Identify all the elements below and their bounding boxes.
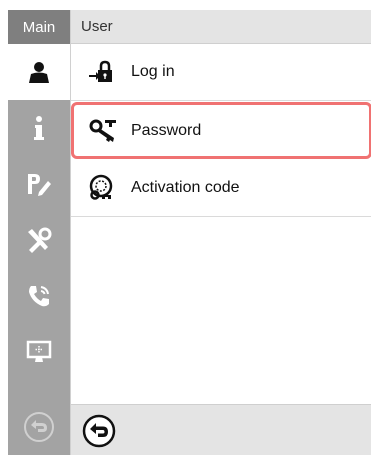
menu-item-login-label: Log in — [131, 63, 175, 80]
nav-item-user[interactable] — [8, 44, 70, 100]
nav-header: Main — [8, 10, 70, 44]
nav-item-service[interactable] — [8, 268, 70, 324]
back-icon — [24, 412, 54, 442]
panel-title: User — [71, 10, 371, 44]
menu-item-password-label: Password — [131, 121, 202, 139]
menu-item-activation-code-label: Activation code — [131, 179, 240, 196]
info-icon — [34, 116, 44, 140]
nav-item-info[interactable] — [8, 100, 70, 156]
user-panel: User Log in Password Activation code — [70, 10, 371, 455]
key-icon — [89, 119, 116, 142]
login-lock-icon — [89, 60, 112, 82]
activation-key-icon — [89, 174, 113, 200]
menu-item-activation-code[interactable]: Activation code — [71, 160, 371, 217]
nav-item-tools[interactable] — [8, 212, 70, 268]
user-icon — [29, 62, 49, 83]
back-button[interactable] — [81, 413, 117, 449]
phone-icon — [29, 286, 49, 307]
tools-icon — [28, 227, 52, 253]
menu-item-login[interactable]: Log in — [71, 44, 371, 101]
panel-footer — [71, 404, 371, 455]
nav-item-display[interactable] — [8, 324, 70, 380]
app-window: Main User Log in Password Activation cod… — [8, 10, 371, 455]
nav-item-settings[interactable] — [8, 156, 70, 212]
edit-settings-icon — [28, 174, 51, 196]
monitor-icon — [26, 340, 52, 362]
main-nav: Main — [8, 10, 70, 455]
menu-item-password[interactable]: Password — [71, 102, 371, 159]
back-arrow-icon — [82, 414, 116, 448]
nav-back-button[interactable] — [8, 399, 70, 455]
